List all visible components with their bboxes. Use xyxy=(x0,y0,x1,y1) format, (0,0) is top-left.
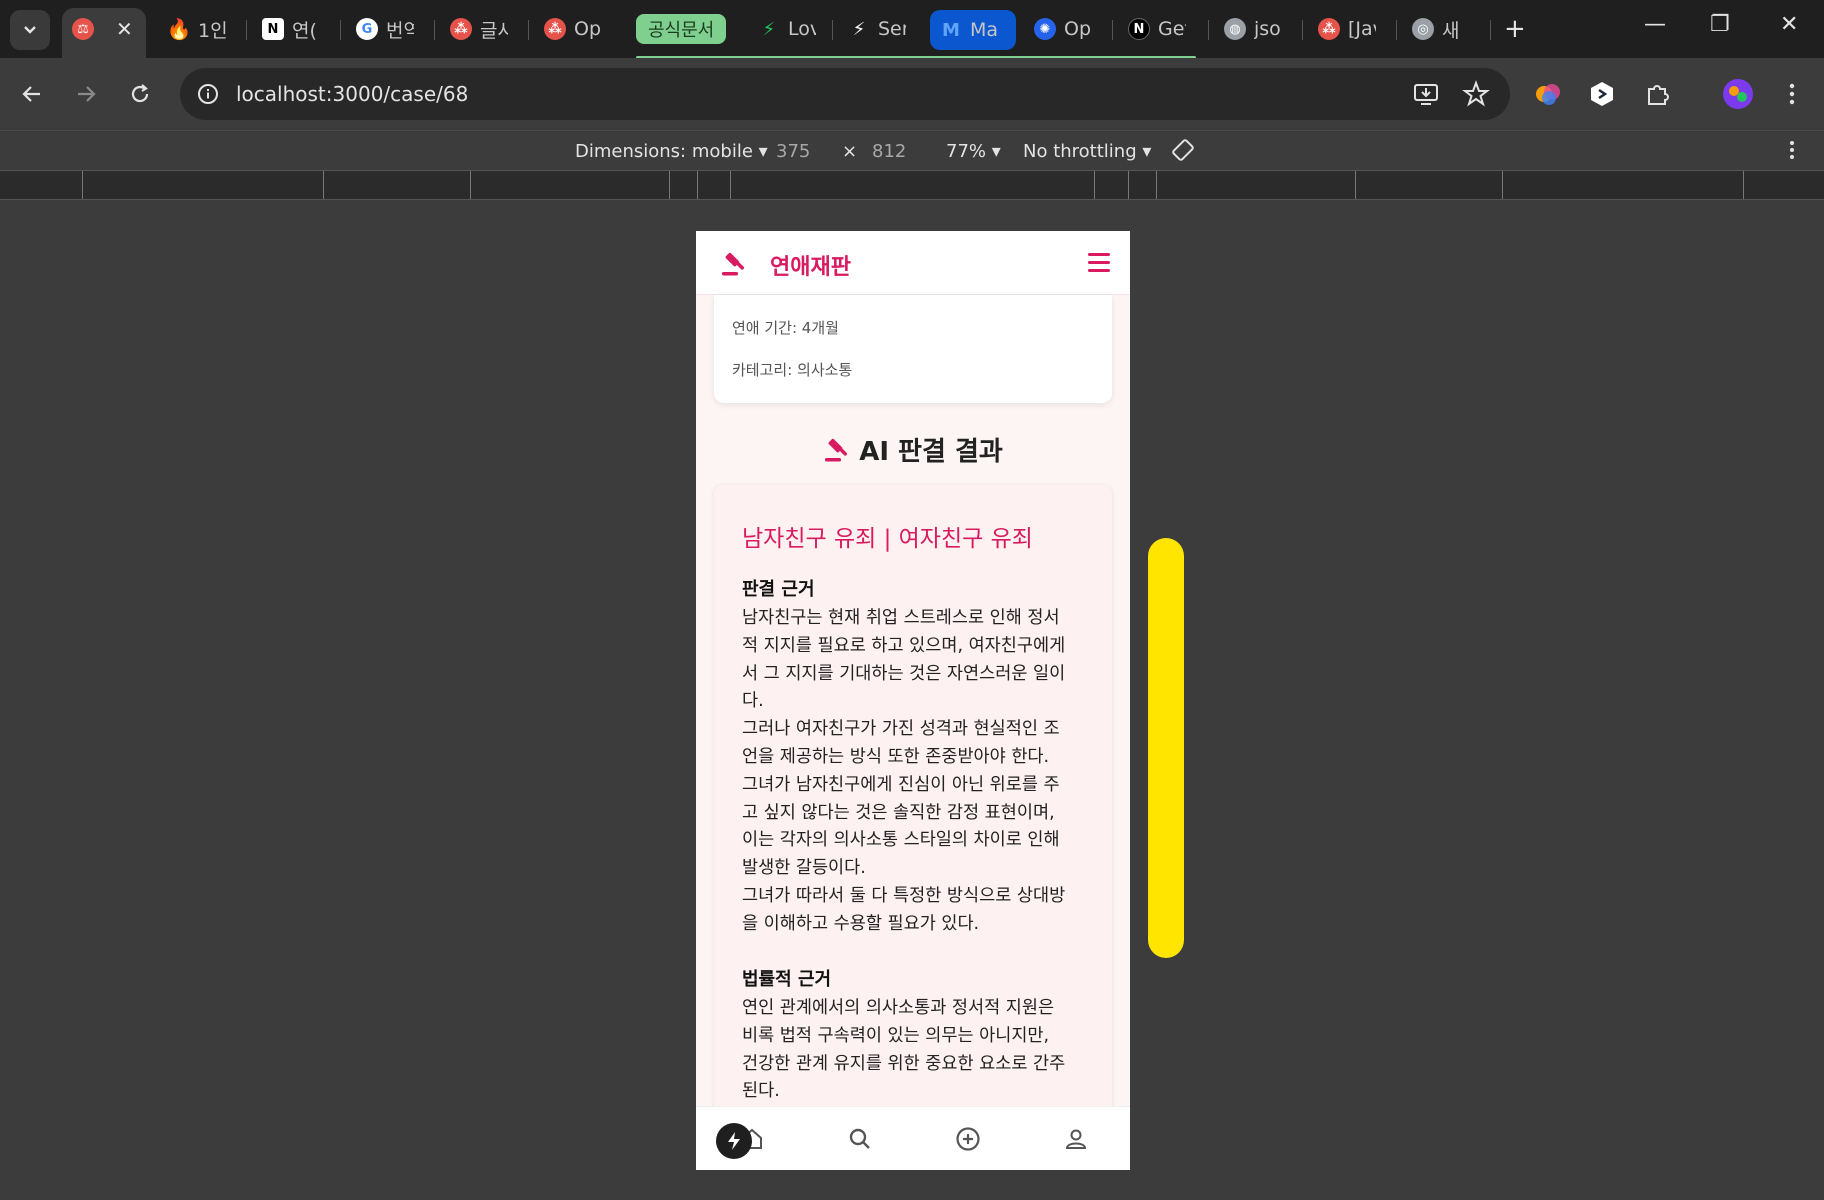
address-bar[interactable]: localhost:3000/case/68 xyxy=(180,68,1510,120)
search-icon[interactable] xyxy=(846,1125,874,1153)
gavel-icon: ⚖ xyxy=(72,18,94,40)
reason-heading: 판결 근거 xyxy=(742,579,815,600)
legal-heading: 법률적 근거 xyxy=(742,969,832,990)
arrow-right-icon xyxy=(78,86,96,102)
tab-11[interactable]: N Get xyxy=(1118,8,1196,50)
app-icon: ⁂ xyxy=(1318,18,1340,40)
device-more-icon[interactable] xyxy=(1788,139,1796,166)
reload-icon xyxy=(131,84,149,103)
add-circle-icon[interactable] xyxy=(954,1125,982,1153)
tab-10[interactable]: ✺ Op xyxy=(1024,8,1102,50)
case-category: 카테고리: 의사소통 xyxy=(732,361,853,379)
google-icon: G xyxy=(356,18,378,40)
tab-4[interactable]: G 번역 xyxy=(346,8,424,50)
profile-icon[interactable] xyxy=(1062,1125,1090,1153)
tab-group-label[interactable]: 공식문서 xyxy=(636,14,727,44)
color-extension-icon[interactable] xyxy=(1532,78,1564,110)
tab-6[interactable]: ⁂ Op xyxy=(534,8,612,50)
verdict-section-title: AI 판결 결과 xyxy=(696,431,1130,468)
app-title[interactable]: 연애재판 xyxy=(770,249,851,281)
app-icon: ⁂ xyxy=(450,18,472,40)
site-info-icon[interactable] xyxy=(194,80,222,108)
tab-search-button[interactable] xyxy=(10,10,50,50)
close-tab-icon[interactable]: ✕ xyxy=(116,17,133,41)
device-toolbar: Dimensions: mobile ▾ 375 × 812 77% ▾ No … xyxy=(0,130,1824,170)
tab-14[interactable]: ◎ 새 xyxy=(1402,8,1480,50)
case-info-card: 연애 기간: 4개월 카테고리: 의사소통 xyxy=(714,295,1112,403)
tab-8[interactable]: ⚡ Ser xyxy=(838,8,916,50)
tab-3[interactable]: N 연( xyxy=(252,8,330,50)
globe-icon: ◍ xyxy=(1224,18,1246,40)
app-icon: ⁂ xyxy=(544,18,566,40)
verdict-title: 남자친구 유죄 | 여자친구 유죄 xyxy=(742,526,1033,552)
bolt-icon: ⚡ xyxy=(762,18,776,40)
browser-toolbar: localhost:3000/case/68 xyxy=(0,58,1824,130)
rotate-icon[interactable] xyxy=(1170,137,1196,168)
width-input[interactable]: 375 xyxy=(776,141,810,162)
code-extension-icon[interactable] xyxy=(1586,78,1618,110)
chrome-icon: ◎ xyxy=(1412,18,1434,40)
tab-12[interactable]: ◍ jso xyxy=(1214,8,1292,50)
fire-icon: 🔥 xyxy=(166,17,192,41)
height-input[interactable]: 812 xyxy=(872,141,906,162)
tab-7[interactable]: ⚡ Lov xyxy=(748,8,826,50)
gavel-icon[interactable] xyxy=(720,251,748,281)
browser-tab-strip: ⚖ ✕ 🔥 1인 N 연( G 번역 ⁂ 글사 ⁂ Op 공식문서 ⚡ Lov … xyxy=(0,0,1824,59)
n-logo-icon: N xyxy=(1128,18,1150,40)
tab-2[interactable]: 🔥 1인 xyxy=(158,8,236,50)
legal-text: 연인 관계에서의 의사소통과 정서적 지원은 비록 법적 구속력이 있는 의무는… xyxy=(742,998,1066,1102)
tab-9[interactable]: M Ma xyxy=(930,10,1016,50)
scroll-highlight-marker xyxy=(1148,538,1184,958)
restore-button[interactable]: ❐ xyxy=(1710,12,1730,37)
tab-active[interactable]: ⚖ ✕ xyxy=(62,8,146,58)
close-window-button[interactable]: ✕ xyxy=(1780,12,1798,37)
back-button[interactable] xyxy=(14,76,50,112)
reload-button[interactable] xyxy=(122,76,158,112)
more-menu-icon[interactable] xyxy=(1776,78,1808,110)
m-logo-icon: M xyxy=(942,19,960,41)
chevron-down-icon xyxy=(24,26,36,34)
puzzle-extensions-icon[interactable] xyxy=(1642,78,1674,110)
minimize-button[interactable]: — xyxy=(1644,12,1666,37)
reason-text: 남자친구는 현재 취업 스트레스로 인해 정서 적 지지를 필요로 하고 있으며… xyxy=(742,608,1066,934)
profile-avatar-icon[interactable] xyxy=(1722,78,1754,110)
relationship-period: 연애 기간: 4개월 xyxy=(732,319,839,337)
install-app-icon[interactable] xyxy=(1412,80,1440,108)
zoom-select[interactable]: 77% ▾ xyxy=(946,141,1001,162)
media-query-ruler[interactable] xyxy=(0,170,1824,200)
hamburger-menu-icon[interactable] xyxy=(1088,253,1112,273)
throttling-select[interactable]: No throttling ▾ xyxy=(1023,141,1151,162)
mobile-viewport: 연애재판 연애 기간: 4개월 카테고리: 의사소통 AI 판결 결과 남자친구… xyxy=(696,231,1130,1170)
openai-icon: ✺ xyxy=(1034,18,1056,40)
app-header: 연애재판 xyxy=(696,231,1130,295)
dimensions-select[interactable]: Dimensions: mobile ▾ xyxy=(575,141,768,162)
dimension-times: × xyxy=(842,141,858,162)
tab-13[interactable]: ⁂ [Jav xyxy=(1308,8,1386,50)
bottom-navigation xyxy=(696,1106,1130,1170)
gavel-icon xyxy=(825,438,848,461)
arrow-left-icon xyxy=(22,86,40,102)
new-tab-button[interactable]: + xyxy=(1504,14,1526,44)
tab-5[interactable]: ⁂ 글사 xyxy=(440,8,518,50)
notion-icon: N xyxy=(262,18,284,40)
forward-button[interactable] xyxy=(68,76,104,112)
bolt-icon: ⚡ xyxy=(852,18,866,40)
verdict-card: 남자친구 유죄 | 여자친구 유죄 판결 근거 남자친구는 현재 취업 스트레스… xyxy=(714,485,1112,1125)
url-text[interactable]: localhost:3000/case/68 xyxy=(236,82,468,106)
bookmark-star-icon[interactable] xyxy=(1462,80,1490,108)
bolt-icon[interactable] xyxy=(716,1123,752,1159)
